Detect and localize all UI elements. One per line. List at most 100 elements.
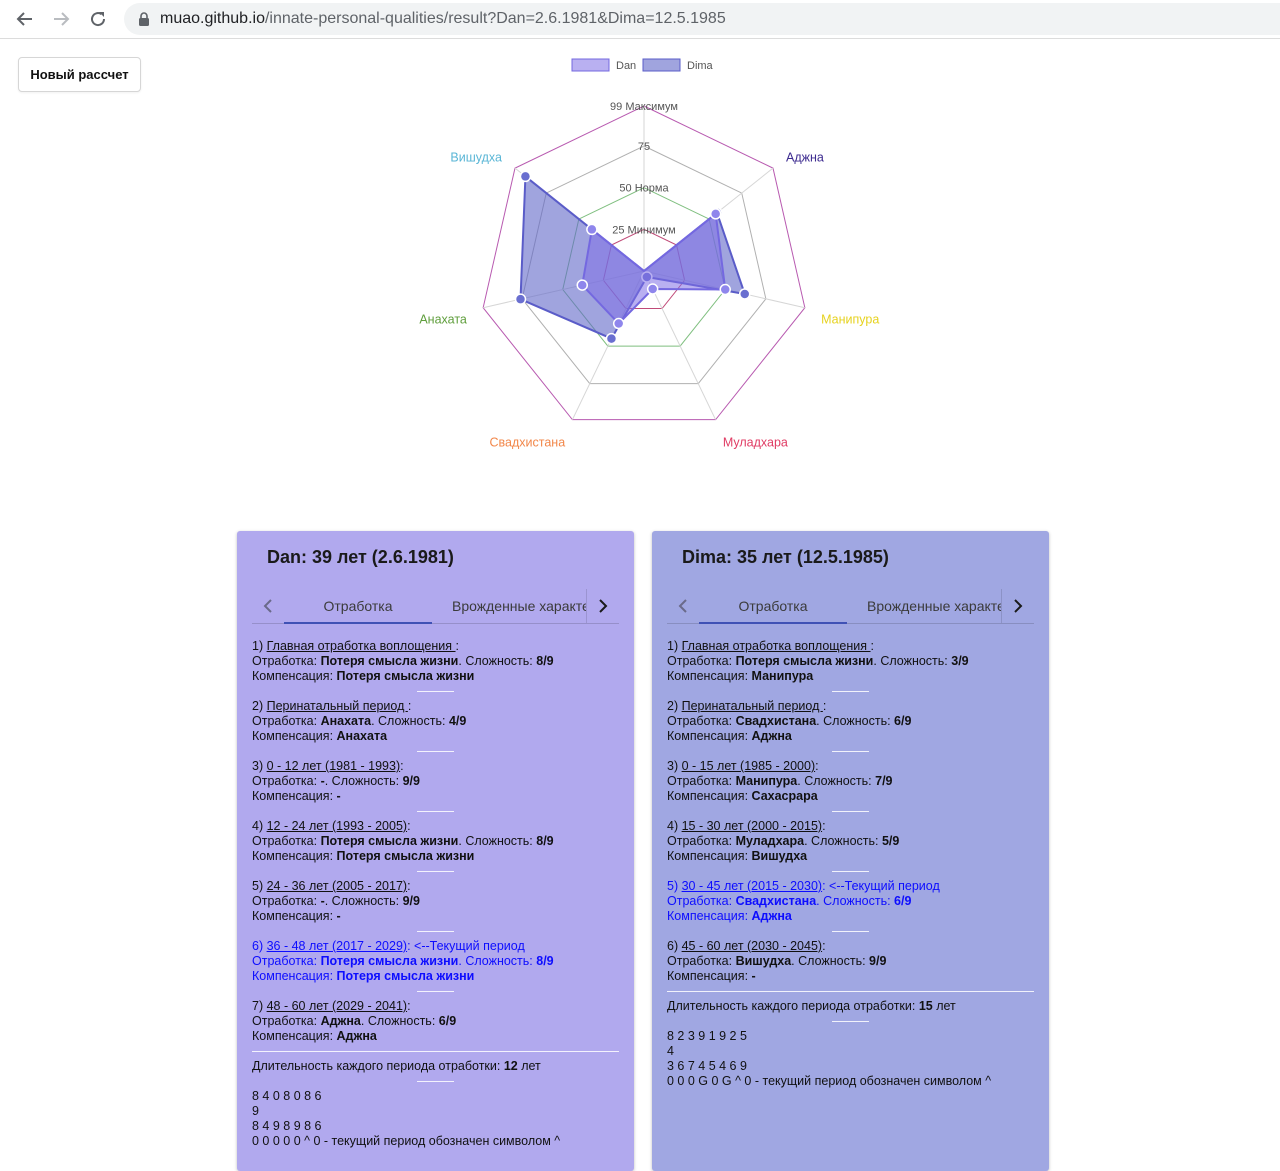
otrabotka-line: Отработка: Манипура. Сложность: 7/9 <box>667 774 1034 789</box>
tab-scroll-left-button[interactable] <box>667 589 699 623</box>
compensation-label: Компенсация: <box>252 909 337 923</box>
otrabotka-label: Отработка: <box>252 954 321 968</box>
period-link[interactable]: 24 - 36 лет (2005 - 2017) <box>267 879 407 893</box>
tab-scroll-right-button[interactable] <box>1001 589 1034 623</box>
chevron-right-icon <box>1014 599 1023 613</box>
axis-label: Аджна <box>786 151 824 165</box>
tab-otrabotka[interactable]: Отработка <box>699 589 847 624</box>
forward-button[interactable] <box>46 4 76 34</box>
radar-chart: 25 Минимум 50 Норма 75 99 Максимум Аджна Мани… <box>419 58 879 450</box>
period-entry: 3) 0 - 12 лет (1981 - 1993): Отработка: -… <box>252 759 619 804</box>
tick-label: 50 Норма <box>619 183 669 195</box>
period-number: 5) <box>252 879 267 893</box>
data-point <box>646 283 659 295</box>
otrabotka-line: Отработка: Анахата. Сложность: 4/9 <box>252 714 619 729</box>
otrabotka-value: Свадхистана <box>735 714 817 728</box>
period-number: 7) <box>252 999 267 1013</box>
data-point <box>514 293 527 305</box>
otrabotka-value: Аджна <box>320 1014 361 1028</box>
compensation-value: Манипура <box>751 669 814 683</box>
difficulty-label: . Сложность: <box>458 654 537 668</box>
period-link[interactable]: Перинатальный период <box>682 699 823 713</box>
otrabotka-label: Отработка: <box>667 954 736 968</box>
period-heading: 3) 0 - 15 лет (1985 - 2000): <box>667 759 1034 774</box>
digit-row: 0 0 0 G 0 G ^ 0 - текущий период обознач… <box>667 1074 992 1088</box>
tab-innate-characteristics[interactable]: Врожденные характеристики <box>867 589 1001 623</box>
new-calculation-button[interactable]: Новый рассчет <box>18 57 141 92</box>
chevron-right-icon <box>599 599 608 613</box>
otrabotka-label: Отработка: <box>252 654 321 668</box>
otrabotka-value: Вишудха <box>735 954 792 968</box>
period-link[interactable]: 15 - 30 лет (2000 - 2015) <box>682 819 822 833</box>
otrabotka-line: Отработка: -. Сложность: 9/9 <box>252 774 619 789</box>
tick-label: 75 <box>638 141 650 153</box>
card-title: Dan: 39 лет (2.6.1981) <box>267 547 454 567</box>
reload-button[interactable] <box>83 4 113 34</box>
url-path: /innate-personal-qualities/result?Dan=2.… <box>264 10 726 27</box>
otrabotka-line: Отработка: -. Сложность: 9/9 <box>252 894 619 909</box>
period-link[interactable]: 30 - 45 лет (2015 - 2030) <box>682 879 822 893</box>
period-link[interactable]: Главная отработка воплощения <box>267 639 456 653</box>
compensation-label: Компенсация: <box>667 789 752 803</box>
difficulty-label: . Сложность: <box>816 714 895 728</box>
separator <box>417 1081 454 1082</box>
period-entry: 4) 15 - 30 лет (2000 - 2015): Отработка: … <box>667 819 1034 864</box>
back-button[interactable] <box>10 4 40 34</box>
period-link[interactable]: 45 - 60 лет (2030 - 2045) <box>682 939 822 953</box>
period-link[interactable]: 0 - 12 лет (1981 - 1993) <box>267 759 401 773</box>
period-link[interactable]: Перинатальный период <box>267 699 408 713</box>
tab-scroll-left-button[interactable] <box>252 589 284 623</box>
period-number: 2) <box>667 699 682 713</box>
axis-label: Манипура <box>821 312 879 326</box>
otrabotka-line: Отработка: Потеря смысла жизни. Сложност… <box>252 834 619 849</box>
period-link[interactable]: 0 - 15 лет (1985 - 2000) <box>682 759 816 773</box>
difficulty-label: . Сложность: <box>324 774 403 788</box>
period-link[interactable]: 36 - 48 лет (2017 - 2029) <box>267 939 407 953</box>
separator <box>832 691 869 692</box>
otrabotka-label: Отработка: <box>252 834 321 848</box>
tab-scroll-right-button[interactable] <box>586 589 619 623</box>
tab-innate-characteristics[interactable]: Врожденные характеристики <box>452 589 586 623</box>
difficulty-label: . Сложность: <box>324 894 403 908</box>
difficulty-label: . Сложность: <box>371 714 449 728</box>
difficulty-value: 6/9 <box>438 1014 457 1028</box>
period-number: 6) <box>252 939 267 953</box>
difficulty-label: . Сложность: <box>458 834 537 848</box>
duration-unit: лет <box>517 1059 541 1073</box>
otrabotka-value: Потеря смысла жизни <box>320 654 459 668</box>
compensation-value: Сахасрара <box>751 789 818 803</box>
compensation-value: - <box>336 789 341 803</box>
compensation-label: Компенсация: <box>667 729 752 743</box>
separator <box>417 811 454 812</box>
tick-label: 99 Максимум <box>610 101 678 113</box>
tab-otrabotka[interactable]: Отработка <box>284 589 432 624</box>
arrow-right-icon <box>54 12 70 26</box>
difficulty-value: 8/9 <box>536 834 554 848</box>
period-entry: 1) Главная отработка воплощения : Отработ… <box>252 639 619 684</box>
compensation-label: Компенсация: <box>667 849 752 863</box>
otrabotka-line: Отработка: Муладхара. Сложность: 5/9 <box>667 834 1034 849</box>
digit-row: 4 <box>667 1044 674 1058</box>
compensation-line: Компенсация: Сахасрара <box>667 789 1034 804</box>
compensation-value: - <box>751 969 756 983</box>
digit-row: 8 4 0 8 0 8 6 <box>252 1089 322 1103</box>
difficulty-label: . Сложность: <box>360 1014 439 1028</box>
separator <box>832 811 869 812</box>
period-link[interactable]: 48 - 60 лет (2029 - 2041) <box>267 999 407 1013</box>
axis-label: Свадхистана <box>490 436 566 450</box>
compensation-label: Компенсация: <box>252 849 337 863</box>
compensation-label: Компенсация: <box>667 669 752 683</box>
tab-bar: Отработка Врожденные характеристики <box>252 589 619 624</box>
period-colon: : <box>870 639 874 653</box>
duration-line: Длительность каждого периода отработки: … <box>252 1059 619 1074</box>
digit-row: 0 0 0 0 0 ^ 0 - текущий период обозначен… <box>252 1134 561 1148</box>
period-colon: : <box>407 819 411 833</box>
difficulty-label: . Сложность: <box>797 774 876 788</box>
difficulty-label: . Сложность: <box>458 954 537 968</box>
period-link[interactable]: Главная отработка воплощения <box>682 639 871 653</box>
browser-toolbar: muao.github.io/innate-personal-qualities… <box>0 0 1280 39</box>
address-bar[interactable]: muao.github.io/innate-personal-qualities… <box>124 3 1280 35</box>
period-link[interactable]: 12 - 24 лет (1993 - 2005) <box>267 819 407 833</box>
compensation-label: Компенсация: <box>252 969 337 983</box>
chevron-left-icon <box>678 599 687 613</box>
